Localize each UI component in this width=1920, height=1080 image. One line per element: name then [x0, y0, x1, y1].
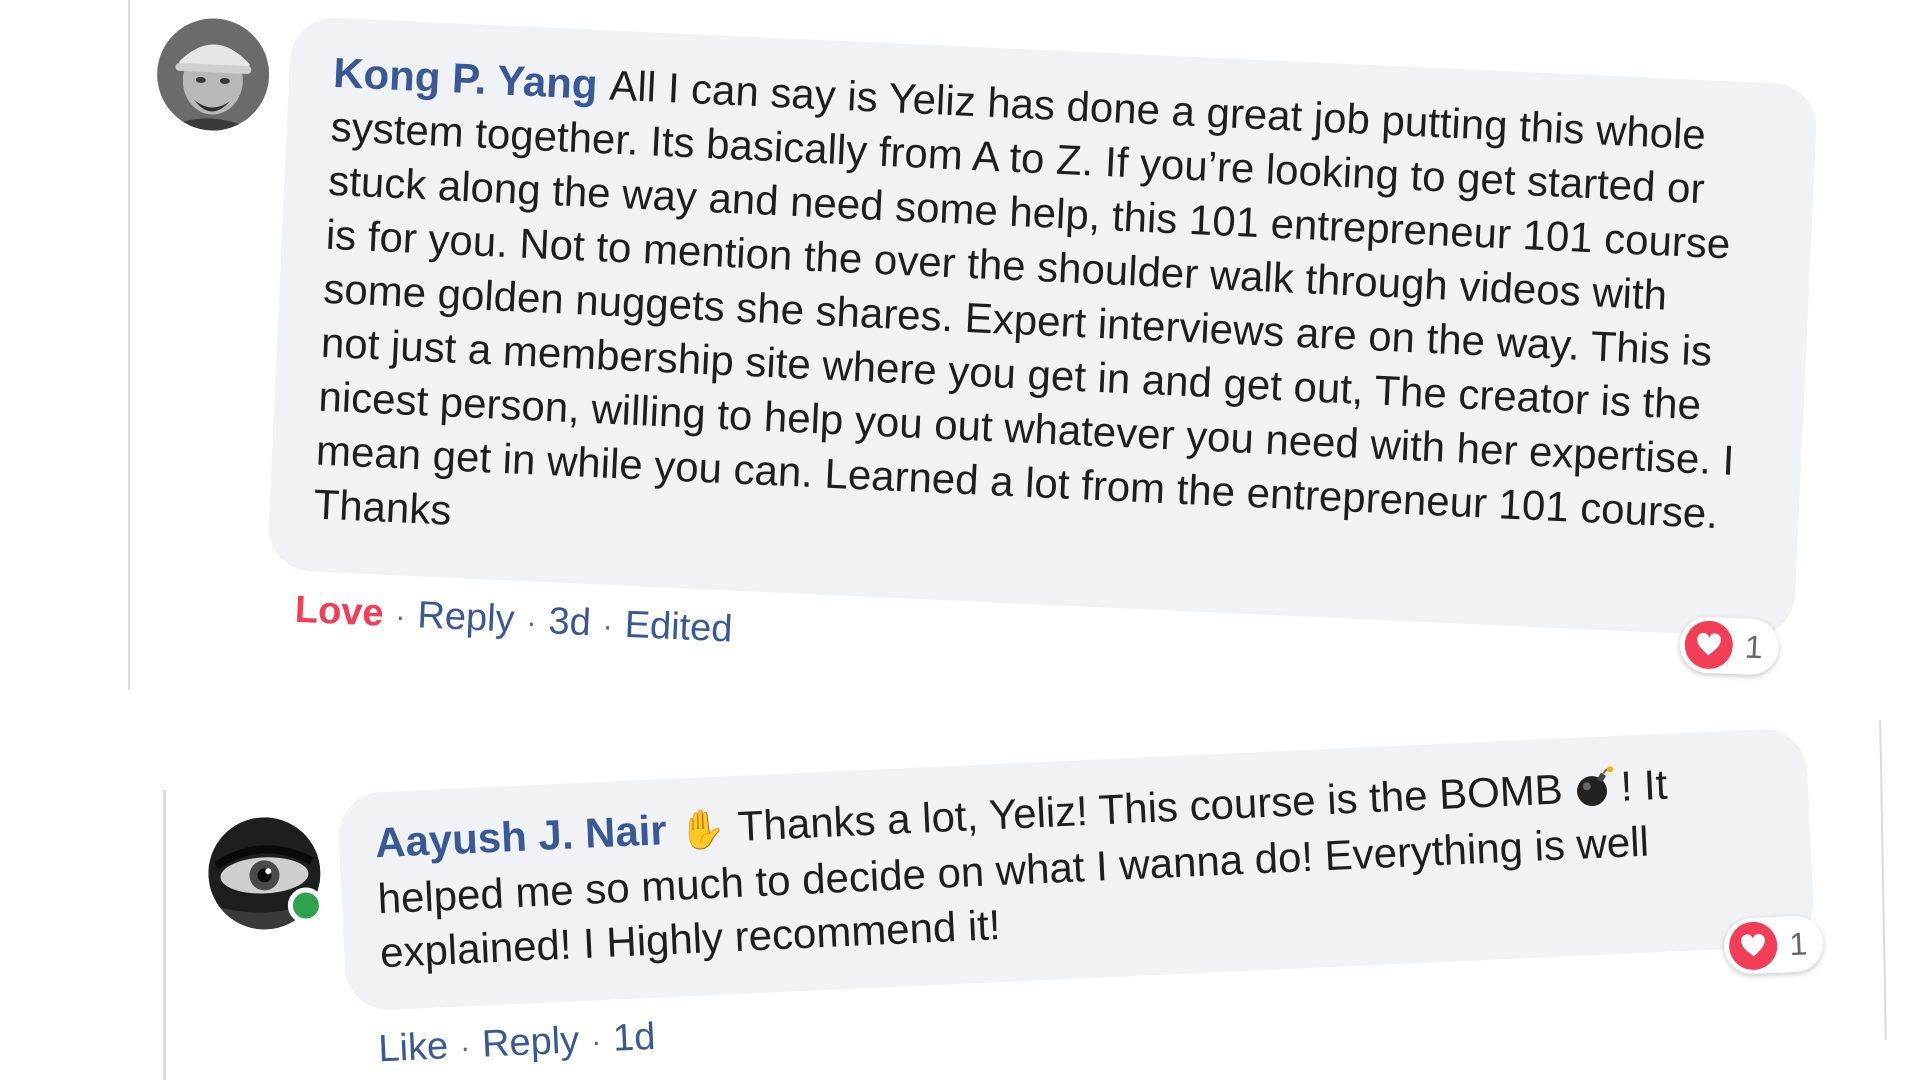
comment-row: Kong P. Yang All I can say is Yeliz has d…	[132, 10, 1819, 697]
comment-timestamp[interactable]: 3d	[548, 600, 592, 645]
reaction-count: 1	[1744, 628, 1764, 666]
reply-card: Aayush J. Nair ✋ Thanks a lot, Yeliz! This…	[205, 727, 1836, 1079]
avatar[interactable]	[205, 814, 325, 932]
author-name[interactable]: Kong P. Yang	[332, 49, 598, 108]
reply-button[interactable]: Reply	[417, 594, 516, 641]
page-edge-left	[128, 0, 130, 690]
separator-dot: ·	[590, 1025, 602, 1059]
comment-text: All I can say is Yeliz has done a great …	[312, 61, 1736, 538]
avatar[interactable]	[154, 15, 272, 133]
comment-bubble: Kong P. Yang All I can say is Yeliz has d…	[266, 15, 1819, 677]
edited-label[interactable]: Edited	[624, 604, 734, 652]
comment-bubble: Aayush J. Nair ✋ Thanks a lot, Yeliz! This…	[336, 727, 1825, 1012]
author-name[interactable]: Aayush J. Nair	[374, 806, 668, 866]
comment-row: Aayush J. Nair ✋ Thanks a lot, Yeliz! This…	[205, 727, 1836, 1079]
comment-screenshot: Kong P. Yang All I can say is Yeliz has d…	[0, 0, 1920, 1080]
reply-button[interactable]: Reply	[481, 1019, 580, 1066]
user-avatar-cap-icon	[154, 15, 272, 133]
like-button[interactable]: Like	[378, 1025, 450, 1071]
reaction-summary[interactable]: 1	[1723, 914, 1825, 976]
comment-timestamp[interactable]: 1d	[612, 1016, 656, 1061]
bomb-icon	[1576, 766, 1613, 807]
comment-bubble-wrap: Aayush J. Nair ✋ Thanks a lot, Yeliz! This…	[336, 727, 1825, 1072]
separator-dot: ·	[459, 1031, 471, 1065]
online-status-indicator	[287, 886, 325, 925]
reaction-summary[interactable]: 1	[1678, 615, 1780, 677]
waving-hand-icon: ✋	[677, 808, 727, 853]
heart-icon	[1683, 619, 1735, 670]
comment-card: Kong P. Yang All I can say is Yeliz has d…	[132, 10, 1819, 697]
page-edge-left-lower	[163, 790, 166, 1080]
separator-dot: ·	[601, 609, 614, 644]
separator-dot: ·	[394, 600, 407, 634]
page-edge-right	[1879, 720, 1887, 1040]
separator-dot: ·	[525, 606, 538, 640]
reaction-count: 1	[1788, 925, 1808, 963]
love-reaction-button[interactable]: Love	[294, 589, 385, 636]
heart-icon	[1728, 920, 1779, 971]
comment-bubble-wrap: Kong P. Yang All I can say is Yeliz has d…	[264, 15, 1819, 700]
